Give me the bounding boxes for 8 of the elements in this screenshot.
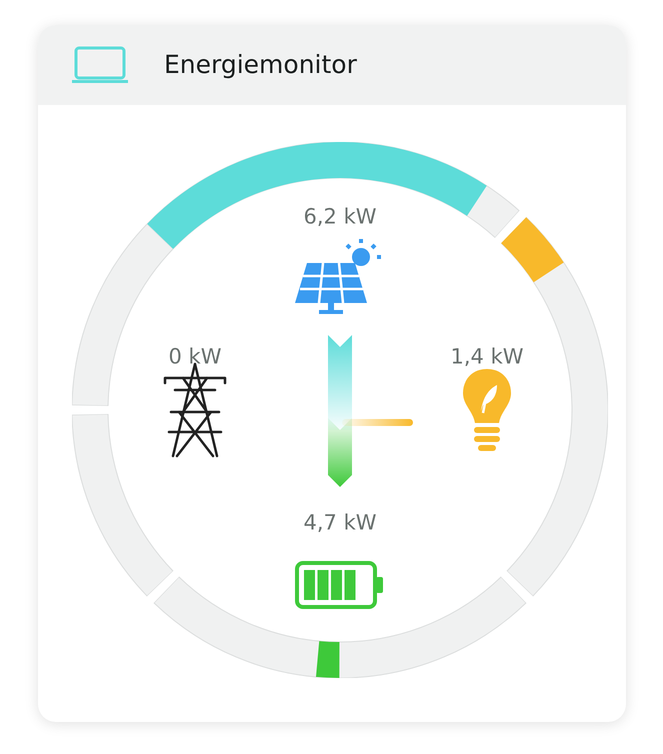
power-reading: 1,4 kW [450,343,524,370]
laptop-icon [72,46,128,84]
power-reading: 6,2 kW [304,203,376,230]
power-pylon-icon [163,362,227,458]
power-reading: 4,7 kW [304,509,376,536]
lightbulb-icon [461,367,513,453]
card-title: Energiemonitor [164,49,357,82]
power-reading: 0 kW [168,343,222,370]
